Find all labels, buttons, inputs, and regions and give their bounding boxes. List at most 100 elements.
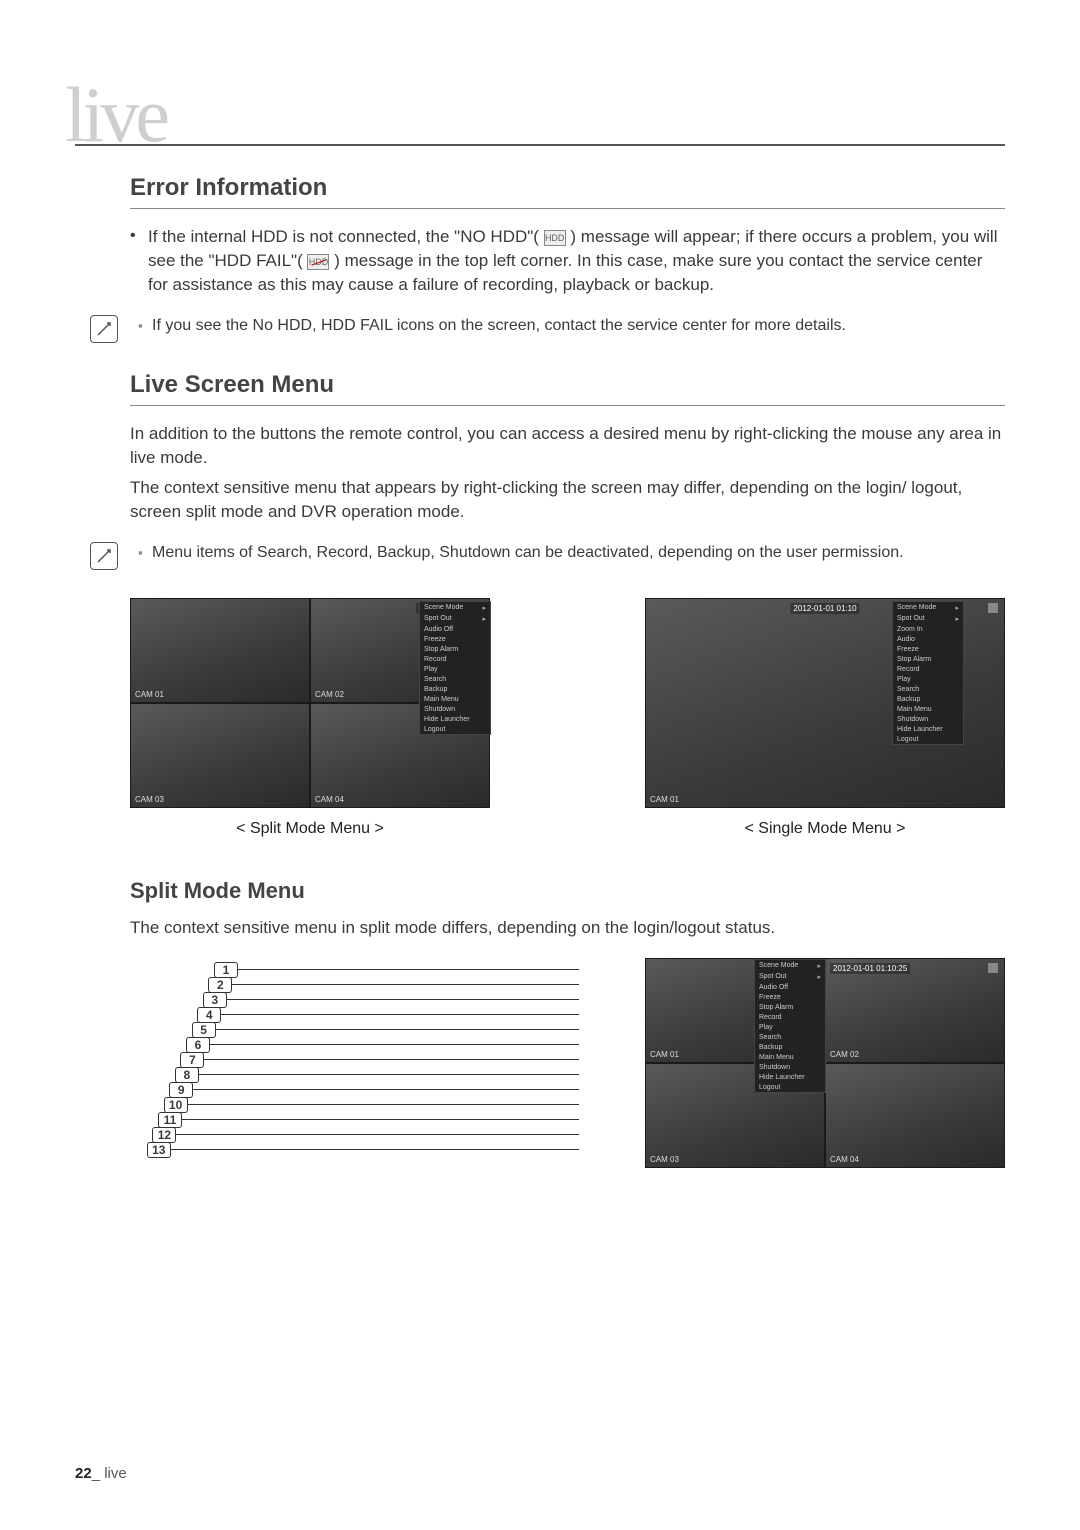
menu-item[interactable]: Play	[420, 664, 490, 674]
menu-item[interactable]: Record	[893, 664, 963, 674]
cam-label: CAM 01	[650, 1050, 679, 1059]
menu-item[interactable]: Main Menu	[420, 694, 490, 704]
menu-item[interactable]: Search	[420, 674, 490, 684]
menu-item[interactable]: Backup	[893, 694, 963, 704]
menu-item[interactable]: Audio	[893, 634, 963, 644]
page-number: 22	[75, 1465, 92, 1482]
single-caption: < Single Mode Menu >	[645, 820, 1005, 838]
menu-item[interactable]: Scene Mode▸	[420, 602, 490, 613]
menu-item[interactable]: Backup	[755, 1042, 825, 1052]
callout-number: 10	[164, 1097, 188, 1113]
menu-item[interactable]: Play	[893, 674, 963, 684]
menu-item[interactable]: Search	[755, 1032, 825, 1042]
cam-tile-1: CAM 01	[130, 598, 310, 703]
cam-tile-4: CAM 04	[825, 1063, 1005, 1168]
livescreen-para2: The context sensitive menu that appears …	[130, 476, 1005, 524]
cam-label: CAM 03	[650, 1155, 679, 1164]
menu-item-label: Main Menu	[424, 696, 459, 703]
menu-item[interactable]: Freeze	[893, 644, 963, 654]
context-menu-split[interactable]: Scene Mode▸Spot Out▸Audio OffFreezeStop …	[419, 601, 491, 735]
menu-item[interactable]: Play	[755, 1022, 825, 1032]
bullet-dot: •	[130, 225, 148, 297]
menu-item-label: Scene Mode	[897, 604, 936, 612]
callout-row: 6	[130, 1037, 579, 1052]
status-icon	[988, 963, 998, 973]
menu-item-label: Record	[759, 1014, 782, 1021]
menu-item[interactable]: Spot Out▸	[893, 613, 963, 624]
callout-line	[182, 1119, 579, 1120]
menu-item-label: Play	[424, 666, 438, 673]
splitmode-para: The context sensitive menu in split mode…	[130, 916, 1005, 940]
callout-row: 10	[130, 1097, 579, 1112]
menu-item[interactable]: Stop Alarm	[420, 644, 490, 654]
context-menu-diagram[interactable]: Scene Mode▸Spot Out▸Audio OffFreezeStop …	[754, 959, 826, 1093]
chevron-right-icon: ▸	[955, 615, 959, 623]
menu-item[interactable]: Scene Mode▸	[755, 960, 825, 971]
callout-row: 2	[130, 977, 579, 992]
menu-item[interactable]: Audio Off	[755, 982, 825, 992]
callout-number: 7	[180, 1052, 204, 1068]
menu-item-label: Freeze	[897, 646, 919, 653]
chevron-right-icon: ▸	[955, 604, 959, 612]
menu-item[interactable]: Logout	[420, 724, 490, 734]
menu-item[interactable]: Spot Out▸	[420, 613, 490, 624]
cam-label: CAM 04	[315, 795, 344, 804]
menu-item[interactable]: Hide Launcher	[420, 714, 490, 724]
menu-item[interactable]: Scene Mode ▸	[893, 602, 963, 613]
subsection-heading-splitmode: Split Mode Menu	[130, 878, 1005, 904]
cam-label: CAM 02	[315, 690, 344, 699]
menu-item[interactable]: Audio Off	[420, 624, 490, 634]
menu-item-label: Spot Out	[424, 615, 452, 623]
menu-item[interactable]: Stop Alarm	[893, 654, 963, 664]
note-row-error: ▪ If you see the No HDD, HDD FAIL icons …	[90, 315, 1005, 343]
menu-item[interactable]: Logout	[755, 1082, 825, 1092]
callout-row: 1	[130, 962, 579, 977]
menu-item[interactable]: Record	[755, 1012, 825, 1022]
timestamp: 2012-01-01 01:10	[790, 603, 859, 614]
callout-line	[204, 1059, 579, 1060]
menu-item[interactable]: Backup	[420, 684, 490, 694]
menu-item-label: Record	[424, 656, 447, 663]
menu-item[interactable]: Main Menu	[755, 1052, 825, 1062]
menu-item[interactable]: Shutdown	[755, 1062, 825, 1072]
menu-item-label: Shutdown	[759, 1064, 790, 1071]
cam-tile-2: 2012-01-01 01:10:25 CAM 02	[825, 958, 1005, 1063]
menu-item[interactable]: Hide Launcher	[755, 1072, 825, 1082]
menu-item[interactable]: Spot Out▸	[755, 971, 825, 982]
menu-item[interactable]: Record	[420, 654, 490, 664]
menu-item[interactable]: Search	[893, 684, 963, 694]
horizontal-rule	[75, 144, 1005, 146]
menu-item[interactable]: Main Menu	[893, 704, 963, 714]
callout-row: 7	[130, 1052, 579, 1067]
menu-item[interactable]: Hide Launcher	[893, 724, 963, 734]
callout-row: 11	[130, 1112, 579, 1127]
menu-item-label: Backup	[424, 686, 447, 693]
cam-tile-3: CAM 03	[130, 703, 310, 808]
menu-item[interactable]: Zoom In	[893, 624, 963, 634]
callout-line	[171, 1149, 579, 1150]
callout-number: 2	[208, 977, 232, 993]
single-mode-screenshot: 2012-01-01 01:10 CAM 01 Scene Mode▸Spot …	[645, 598, 1005, 808]
menu-item[interactable]: Shutdown	[893, 714, 963, 724]
error-text: If the internal HDD is not connected, th…	[148, 225, 1005, 297]
callout-number: 3	[203, 992, 227, 1008]
menu-item[interactable]: Stop Alarm	[755, 1002, 825, 1012]
cam-label: CAM 02	[830, 1050, 859, 1059]
menu-item-label: Record	[897, 666, 920, 673]
chevron-right-icon: ▸	[482, 604, 486, 612]
menu-item[interactable]: Shutdown	[420, 704, 490, 714]
callout-number: 12	[152, 1127, 176, 1143]
menu-item[interactable]: Logout	[893, 734, 963, 744]
menu-item[interactable]: Freeze	[755, 992, 825, 1002]
context-menu-single[interactable]: Scene Mode ▸Spot Out▸Zoom InAudio FreezeSt…	[892, 601, 964, 745]
cam-tile-2: 2012-01-01 01:10 CAM 02 Scene Mode▸Spot …	[310, 598, 490, 703]
callout-row: 8	[130, 1067, 579, 1082]
menu-item[interactable]: Freeze	[420, 634, 490, 644]
note-text-error: If you see the No HDD, HDD FAIL icons on…	[152, 315, 846, 337]
callout-number: 11	[158, 1112, 182, 1128]
cam-label: CAM 03	[135, 795, 164, 804]
menu-item-label: Main Menu	[897, 706, 932, 713]
callout-number: 4	[197, 1007, 221, 1023]
callout-row: 5	[130, 1022, 579, 1037]
menu-item-label: Shutdown	[897, 716, 928, 723]
